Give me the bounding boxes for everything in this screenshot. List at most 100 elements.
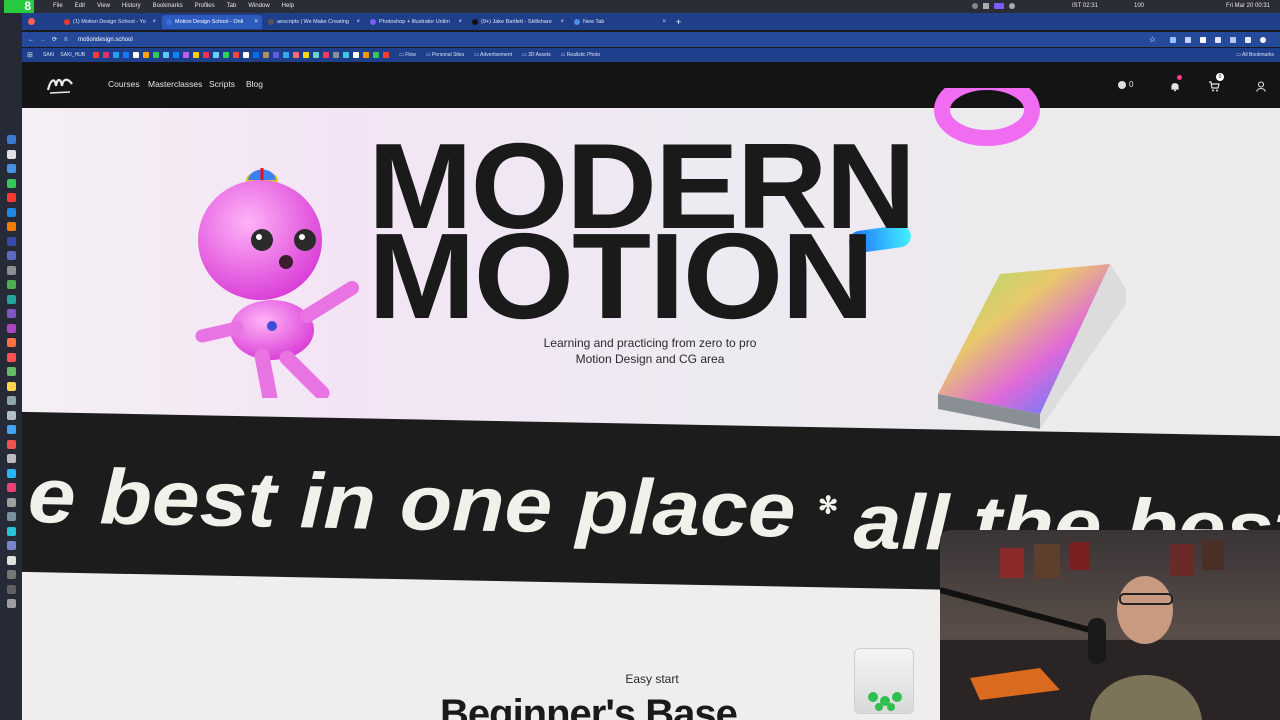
dock-app-icon[interactable] xyxy=(7,338,16,347)
dock-app-icon[interactable] xyxy=(7,222,16,231)
tab-close-icon[interactable]: × xyxy=(662,19,666,25)
bookmark-favicon-icon[interactable] xyxy=(123,52,130,58)
bookmark-favicon-icon[interactable] xyxy=(173,52,180,58)
bookmark-folder[interactable]: ▭ 3D Assets xyxy=(522,52,551,58)
bookmark-favicon-icon[interactable] xyxy=(313,52,320,58)
bookmark-folder[interactable]: ▭ Flow xyxy=(399,52,416,58)
bookmark-favicon-icon[interactable] xyxy=(293,52,300,58)
site-logo[interactable] xyxy=(46,74,74,96)
menu-window[interactable]: Window xyxy=(248,3,269,9)
dock-app-icon[interactable] xyxy=(7,149,16,159)
new-tab-icon[interactable]: + xyxy=(676,17,681,27)
extension-icon[interactable] xyxy=(1185,36,1191,43)
account-icon[interactable] xyxy=(1256,79,1266,92)
dock-app-icon[interactable] xyxy=(7,164,16,173)
menu-profiles[interactable]: Profiles xyxy=(195,3,215,9)
browser-tab[interactable]: New Tab × xyxy=(570,15,670,29)
bookmark-star-icon[interactable]: ☆ xyxy=(1149,35,1156,44)
dock-app-icon[interactable] xyxy=(7,251,16,260)
bookmark-favicon-icon[interactable] xyxy=(273,52,280,58)
dock-app-icon[interactable] xyxy=(7,135,16,144)
bookmark-favicon-icon[interactable] xyxy=(243,52,250,58)
bookmark-favicon-icon[interactable] xyxy=(283,52,290,58)
extension-icon[interactable] xyxy=(1170,36,1176,43)
all-bookmarks[interactable]: ▭ All Bookmarks xyxy=(1236,52,1274,58)
bookmark-favicon-icon[interactable] xyxy=(183,52,190,58)
nav-courses[interactable]: Courses xyxy=(108,79,140,89)
dock-app-icon[interactable] xyxy=(7,193,16,202)
dock-app-icon[interactable] xyxy=(7,512,16,521)
dock-app-icon[interactable] xyxy=(7,541,16,550)
site-info-icon[interactable]: ≡ xyxy=(64,37,72,43)
dock-app-icon[interactable] xyxy=(7,570,16,579)
extension-icon[interactable] xyxy=(1245,36,1251,43)
dock-app-icon[interactable] xyxy=(7,439,16,449)
bookmark-favicon-icon[interactable] xyxy=(223,52,230,58)
extension-icon[interactable] xyxy=(1230,36,1236,43)
nav-scripts[interactable]: Scripts xyxy=(209,79,235,89)
dock-app-icon[interactable] xyxy=(7,483,16,492)
url-field[interactable]: motiondesign.school xyxy=(78,37,133,43)
clock[interactable]: Fri Mar 20 00:31 xyxy=(1226,3,1270,9)
nav-blog[interactable]: Blog xyxy=(246,79,263,89)
dock-app-icon[interactable] xyxy=(7,323,16,333)
extension-icon[interactable] xyxy=(1215,36,1221,43)
bookmark-folder[interactable]: ▭ Advertisement xyxy=(474,52,512,58)
bookmark-favicon-icon[interactable] xyxy=(323,52,330,58)
bookmark-saki[interactable]: SAKI xyxy=(43,52,54,58)
tab-close-icon[interactable]: × xyxy=(254,19,258,25)
bookmark-favicon-icon[interactable] xyxy=(343,52,350,58)
dock-app-icon[interactable] xyxy=(7,468,16,478)
menu-edit[interactable]: Edit xyxy=(75,3,85,9)
browser-tab[interactable]: Photoshop + Illustrator Unlim × xyxy=(366,15,466,29)
bookmark-favicon-icon[interactable] xyxy=(143,52,150,58)
browser-tab[interactable]: (1) Motion Design School - Yo × xyxy=(60,15,160,29)
bookmark-favicon-icon[interactable] xyxy=(333,52,340,58)
bookmark-favicon-icon[interactable] xyxy=(93,52,100,58)
dock-app-icon[interactable] xyxy=(7,425,16,434)
bookmark-favicon-icon[interactable] xyxy=(203,52,210,58)
bookmark-favicon-icon[interactable] xyxy=(263,52,270,58)
dock-app-icon[interactable] xyxy=(7,178,16,188)
coins-counter[interactable]: 0 xyxy=(1118,80,1133,89)
profile-avatar-icon[interactable] xyxy=(1260,36,1266,43)
browser-tab[interactable]: Motion Design School - Onli × xyxy=(162,14,262,29)
dock-app-icon[interactable] xyxy=(7,280,16,289)
menu-tab[interactable]: Tab xyxy=(227,3,237,9)
reload-icon[interactable]: ⟳ xyxy=(52,36,60,43)
apps-grid-icon[interactable]: ⊞ xyxy=(27,51,35,59)
browser-tab[interactable]: (9+) Jake Bartlett - Skillshare × xyxy=(468,15,568,29)
dock-app-icon[interactable] xyxy=(7,584,16,594)
tab-close-icon[interactable]: × xyxy=(458,19,462,25)
bookmark-favicon-icon[interactable] xyxy=(193,52,200,58)
bookmark-favicon-icon[interactable] xyxy=(353,52,360,58)
bookmark-favicon-icon[interactable] xyxy=(373,52,380,58)
close-window-icon[interactable] xyxy=(28,18,35,25)
bookmark-favicon-icon[interactable] xyxy=(153,52,160,58)
bookmark-favicon-icon[interactable] xyxy=(363,52,370,58)
dock-app-icon[interactable] xyxy=(7,265,16,275)
dock-app-icon[interactable] xyxy=(7,207,16,217)
dock-app-icon[interactable] xyxy=(7,555,16,565)
status-icon[interactable] xyxy=(972,3,978,9)
notifications-bell-icon[interactable] xyxy=(1170,75,1182,92)
back-icon[interactable]: ← xyxy=(28,37,36,43)
dock-app-icon[interactable] xyxy=(7,396,16,405)
dock-app-icon[interactable] xyxy=(7,352,16,362)
bookmark-favicon-icon[interactable] xyxy=(383,52,390,58)
cart-icon[interactable]: 0 xyxy=(1208,73,1224,92)
menu-help[interactable]: Help xyxy=(282,3,294,9)
bookmark-favicon-icon[interactable] xyxy=(103,52,110,58)
forward-icon[interactable]: → xyxy=(40,37,48,43)
menu-view[interactable]: View xyxy=(97,3,110,9)
menu-history[interactable]: History xyxy=(122,3,141,9)
dock-app-icon[interactable] xyxy=(7,454,16,463)
bookmark-favicon-icon[interactable] xyxy=(303,52,310,58)
bookmark-folder[interactable]: ▭ Personal Sites xyxy=(426,52,464,58)
extension-icon[interactable] xyxy=(1200,36,1206,43)
status-icon[interactable] xyxy=(983,3,989,9)
bookmark-favicon-icon[interactable] xyxy=(233,52,240,58)
menu-file[interactable]: File xyxy=(53,3,63,9)
dock-app-icon[interactable] xyxy=(7,236,16,246)
tab-close-icon[interactable]: × xyxy=(560,19,564,25)
